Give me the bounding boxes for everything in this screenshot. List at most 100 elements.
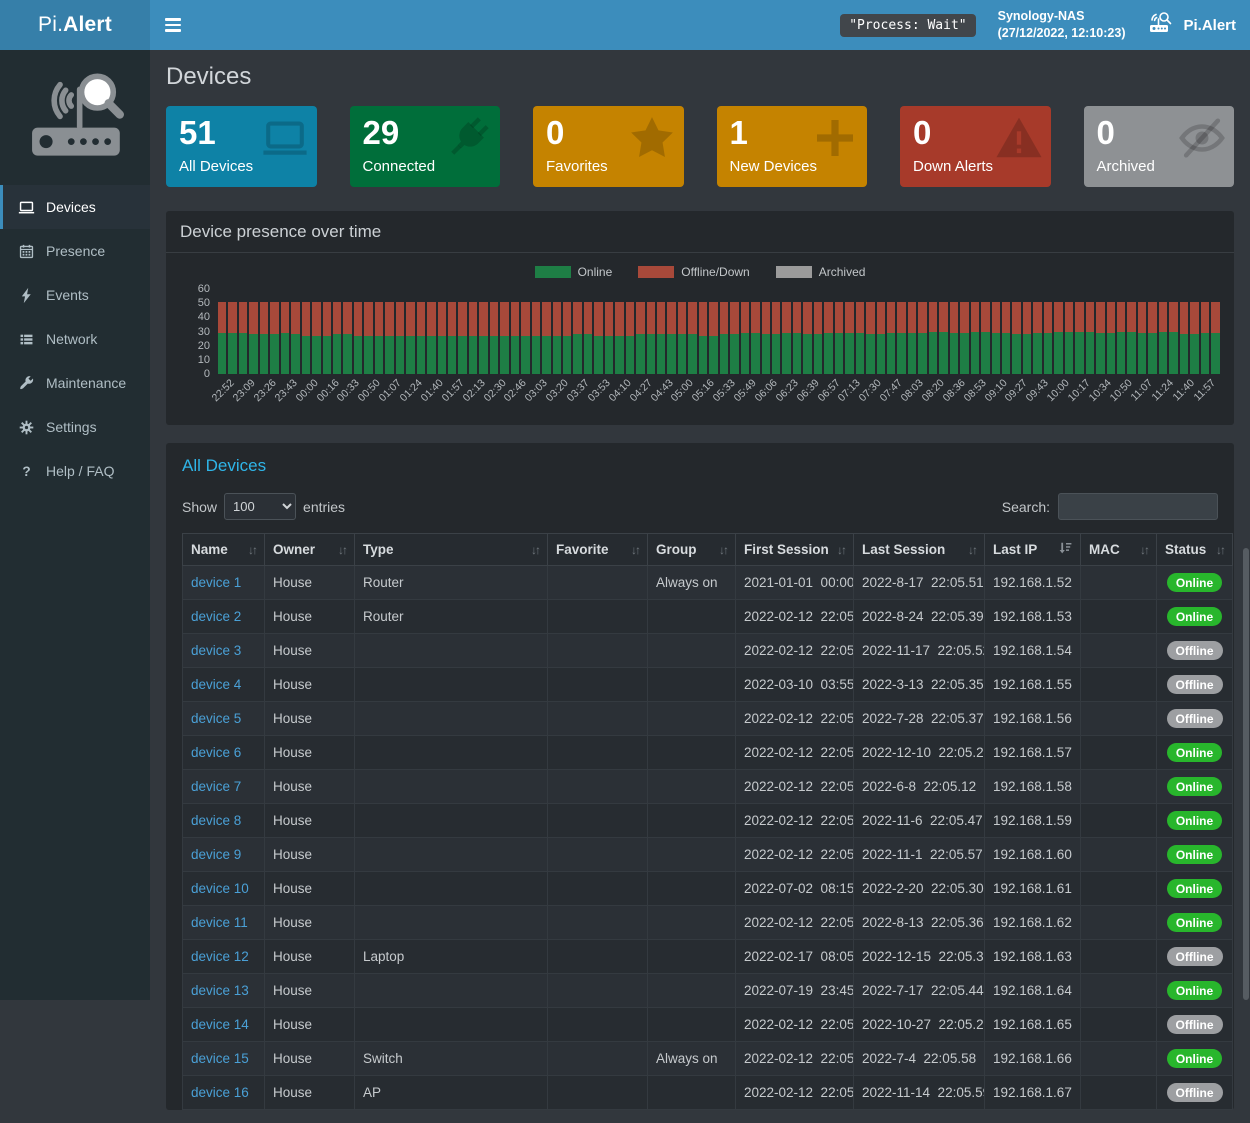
x-tick-label: 06:23 xyxy=(773,377,800,404)
x-tick-label: 01:24 xyxy=(398,377,425,404)
x-tick-label: 03:20 xyxy=(544,377,571,404)
presence-bar xyxy=(615,302,623,374)
mac-cell xyxy=(1081,906,1157,940)
first-session-cell: 2022-02-12 22:05 xyxy=(736,1042,854,1076)
last-session-cell: 2022-6-8 22:05.12 xyxy=(854,770,985,804)
device-name-link[interactable]: device 13 xyxy=(191,983,249,998)
table-row: device 5House2022-02-12 22:052022-7-28 2… xyxy=(183,702,1233,736)
card-down-alerts[interactable]: 0Down Alerts xyxy=(900,106,1051,187)
sidebar-item-settings[interactable]: Settings xyxy=(0,405,150,449)
column-header-group[interactable]: Group↓↑ xyxy=(648,534,736,566)
sidebar-item-help-faq[interactable]: ?Help / FAQ xyxy=(0,449,150,493)
column-header-favorite[interactable]: Favorite↓↑ xyxy=(548,534,648,566)
device-name-link[interactable]: device 9 xyxy=(191,847,241,862)
type-cell xyxy=(355,770,548,804)
plus-icon xyxy=(811,114,859,167)
device-name-link[interactable]: device 15 xyxy=(191,1051,249,1066)
device-name-link[interactable]: device 10 xyxy=(191,881,249,896)
device-name-link[interactable]: device 1 xyxy=(191,575,241,590)
x-tick-label: 08:53 xyxy=(961,377,988,404)
column-header-status[interactable]: Status↓↑ xyxy=(1157,534,1233,566)
status-badge: Offline xyxy=(1167,675,1223,694)
presence-bar xyxy=(856,302,864,374)
sidebar-toggle-button[interactable] xyxy=(150,0,195,50)
legend-item[interactable]: Archived xyxy=(776,265,866,279)
presence-bar xyxy=(845,302,853,374)
table-row: device 15HouseSwitchAlways on2022-02-12 … xyxy=(183,1042,1233,1076)
devices-table-panel: All Devices Show 100 entries Search: Nam… xyxy=(166,443,1234,1110)
card-connected[interactable]: 29Connected xyxy=(350,106,501,187)
presence-bar xyxy=(1127,302,1135,374)
mac-cell xyxy=(1081,940,1157,974)
presence-bar xyxy=(730,302,738,374)
device-name-link[interactable]: device 16 xyxy=(191,1085,249,1100)
x-tick-label: 02:30 xyxy=(481,377,508,404)
card-all-devices[interactable]: 51All Devices xyxy=(166,106,317,187)
device-name-link[interactable]: device 8 xyxy=(191,813,241,828)
favorite-cell xyxy=(548,634,648,668)
x-tick-label: 22:52 xyxy=(210,377,237,404)
card-new-devices[interactable]: 1New Devices xyxy=(717,106,868,187)
sidebar-item-maintenance[interactable]: Maintenance xyxy=(0,361,150,405)
column-header-mac[interactable]: MAC↓↑ xyxy=(1081,534,1157,566)
last-ip-cell: 192.168.1.61 xyxy=(985,872,1081,906)
navbar: "Process: Wait" Synology-NAS (27/12/2022… xyxy=(150,0,1250,50)
sidebar-item-events[interactable]: Events xyxy=(0,273,150,317)
owner-cell: House xyxy=(265,668,355,702)
presence-bar xyxy=(281,302,289,374)
owner-cell: House xyxy=(265,770,355,804)
card-favorites[interactable]: 0Favorites xyxy=(533,106,684,187)
presence-bar xyxy=(814,302,822,374)
x-tick-label: 10:34 xyxy=(1087,377,1114,404)
column-header-name[interactable]: Name↓↑ xyxy=(183,534,265,566)
column-label: Last Session xyxy=(862,542,945,557)
table-row: device 8House2022-02-12 22:052022-11-6 2… xyxy=(183,804,1233,838)
nas-datetime: (27/12/2022, 12:10:23) xyxy=(998,26,1126,40)
device-name-link[interactable]: device 7 xyxy=(191,779,241,794)
type-cell xyxy=(355,736,548,770)
header-brand[interactable]: Pi.Alert xyxy=(1147,11,1236,39)
presence-bar xyxy=(396,302,404,374)
device-name-link[interactable]: device 2 xyxy=(191,609,241,624)
sidebar-item-presence[interactable]: Presence xyxy=(0,229,150,273)
last-session-cell: 2022-8-24 22:05.39 xyxy=(854,600,985,634)
device-name-link[interactable]: device 14 xyxy=(191,1017,249,1032)
device-name-link[interactable]: device 4 xyxy=(191,677,241,692)
x-tick-label: 07:30 xyxy=(857,377,884,404)
presence-bar xyxy=(1169,302,1177,374)
x-tick-label: 11:40 xyxy=(1171,377,1198,404)
type-cell xyxy=(355,668,548,702)
y-tick-label: 10 xyxy=(198,354,210,366)
page-length-select[interactable]: 100 xyxy=(224,493,296,520)
device-name-link[interactable]: device 3 xyxy=(191,643,241,658)
presence-bar xyxy=(1054,302,1062,374)
presence-bar xyxy=(720,302,728,374)
header-brand-label: Pi.Alert xyxy=(1183,17,1236,34)
x-tick-label: 06:57 xyxy=(815,377,842,404)
favorite-cell xyxy=(548,974,648,1008)
legend-item[interactable]: Offline/Down xyxy=(638,265,749,279)
column-header-first-session[interactable]: First Session↓↑ xyxy=(736,534,854,566)
presence-bar xyxy=(1096,302,1104,374)
warning-icon xyxy=(995,114,1043,167)
column-header-type[interactable]: Type↓↑ xyxy=(355,534,548,566)
main-content: Devices 51All Devices29Connected0Favorit… xyxy=(150,50,1250,1123)
device-name-link[interactable]: device 5 xyxy=(191,711,241,726)
device-name-link[interactable]: device 12 xyxy=(191,949,249,964)
app-logo[interactable]: Pi.Alert xyxy=(0,0,150,50)
sidebar-item-network[interactable]: Network xyxy=(0,317,150,361)
laptop-icon xyxy=(261,114,309,167)
device-name-link[interactable]: device 6 xyxy=(191,745,241,760)
search-input[interactable] xyxy=(1058,493,1218,520)
presence-bar xyxy=(479,302,487,374)
column-header-last-session[interactable]: Last Session↓↑ xyxy=(854,534,985,566)
column-header-last-ip[interactable]: Last IP xyxy=(985,534,1081,566)
column-header-owner[interactable]: Owner↓↑ xyxy=(265,534,355,566)
sidebar-item-devices[interactable]: Devices xyxy=(0,185,150,229)
device-name-link[interactable]: device 11 xyxy=(191,915,248,930)
scrollbar-thumb[interactable] xyxy=(1243,548,1249,1000)
presence-bar xyxy=(793,302,801,374)
card-archived[interactable]: 0Archived xyxy=(1084,106,1235,187)
x-tick-label: 04:10 xyxy=(606,377,633,404)
legend-item[interactable]: Online xyxy=(535,265,613,279)
